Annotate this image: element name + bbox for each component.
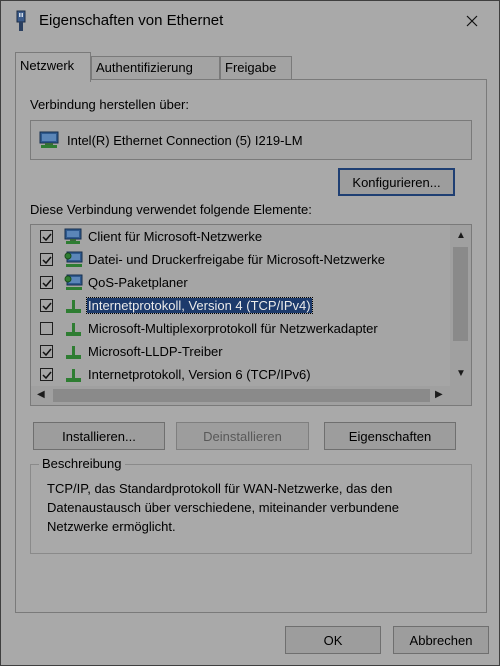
horizontal-scroll-thumb[interactable] bbox=[53, 389, 430, 402]
item-checkbox[interactable] bbox=[40, 345, 53, 358]
scrollbar-corner bbox=[450, 386, 471, 405]
network-adapter-icon bbox=[16, 10, 26, 31]
network-service-icon bbox=[64, 251, 83, 267]
uninstall-button[interactable]: Deinstallieren bbox=[176, 422, 309, 450]
network-adapter-icon bbox=[39, 131, 59, 148]
item-checkbox[interactable] bbox=[40, 299, 53, 312]
scroll-left-icon[interactable]: ◀ bbox=[37, 389, 45, 400]
items-label: Diese Verbindung verwendet folgende Elem… bbox=[30, 202, 312, 217]
window-title: Eigenschaften von Ethernet bbox=[39, 12, 224, 29]
item-label: QoS-Paketplaner bbox=[88, 275, 188, 290]
cancel-button[interactable]: Abbrechen bbox=[393, 626, 489, 654]
checkmark-icon bbox=[42, 302, 52, 311]
list-item[interactable]: Microsoft-Multiplexorprotokoll für Netzw… bbox=[31, 318, 435, 340]
list-item[interactable]: Internetprotokoll, Version 6 (TCP/IPv6) bbox=[31, 364, 435, 386]
horizontal-scrollbar[interactable]: ◀ ▶ bbox=[31, 386, 452, 405]
item-checkbox[interactable] bbox=[40, 276, 53, 289]
scroll-up-icon[interactable]: ▲ bbox=[456, 230, 466, 241]
list-item[interactable]: Datei- und Druckerfreigabe für Microsoft… bbox=[31, 249, 435, 271]
item-label: Microsoft-LLDP-Treiber bbox=[88, 344, 223, 359]
ok-button[interactable]: OK bbox=[285, 626, 381, 654]
item-checkbox[interactable] bbox=[40, 253, 53, 266]
description-text: TCP/IP, das Standardprotokoll für WAN-Ne… bbox=[47, 481, 399, 534]
list-item[interactable]: Client für Microsoft-Netzwerke bbox=[31, 226, 435, 248]
tab-netzwerk[interactable]: Netzwerk bbox=[15, 52, 91, 82]
checkmark-icon bbox=[42, 348, 52, 357]
tab-panel-netzwerk: Verbindung herstellen über: Intel(R) Eth… bbox=[15, 79, 487, 613]
configure-button[interactable]: Konfigurieren... bbox=[338, 168, 455, 196]
list-item-selected[interactable]: Internetprotokoll, Version 4 (TCP/IPv4) bbox=[31, 295, 435, 317]
scroll-right-icon[interactable]: ▶ bbox=[435, 389, 443, 400]
list-item[interactable]: QoS-Paketplaner bbox=[31, 272, 435, 294]
list-item[interactable]: Microsoft-LLDP-Treiber bbox=[31, 341, 435, 363]
item-label: Datei- und Druckerfreigabe für Microsoft… bbox=[88, 252, 385, 267]
checkmark-icon bbox=[42, 371, 52, 380]
adapter-name: Intel(R) Ethernet Connection (5) I219-LM bbox=[67, 133, 303, 148]
tab-authentifizierung[interactable]: Authentifizierung bbox=[91, 56, 220, 80]
protocol-icon bbox=[66, 346, 81, 359]
protocol-icon bbox=[66, 300, 81, 313]
item-label: Client für Microsoft-Netzwerke bbox=[88, 229, 263, 244]
close-button[interactable] bbox=[449, 1, 495, 41]
item-checkbox[interactable] bbox=[40, 230, 53, 243]
checkmark-icon bbox=[42, 279, 52, 288]
item-label: Microsoft-Multiplexorprotokoll für Netzw… bbox=[88, 321, 378, 336]
adapter-field: Intel(R) Ethernet Connection (5) I219-LM bbox=[30, 120, 472, 160]
item-label: Internetprotokoll, Version 4 (TCP/IPv4) bbox=[86, 297, 313, 314]
close-icon bbox=[466, 15, 478, 27]
protocol-icon bbox=[66, 323, 81, 336]
properties-dialog: Eigenschaften von Ethernet Netzwerk Auth… bbox=[0, 0, 500, 666]
description-legend: Beschreibung bbox=[39, 456, 125, 471]
components-list[interactable]: Client für Microsoft-Netzwerke Datei- un… bbox=[30, 224, 472, 406]
title-bar[interactable]: Eigenschaften von Ethernet bbox=[1, 1, 499, 41]
scroll-down-icon[interactable]: ▼ bbox=[456, 368, 466, 379]
properties-button[interactable]: Eigenschaften bbox=[324, 422, 456, 450]
tab-freigabe[interactable]: Freigabe bbox=[220, 56, 292, 80]
item-label: Internetprotokoll, Version 6 (TCP/IPv6) bbox=[88, 367, 311, 382]
item-checkbox[interactable] bbox=[40, 322, 53, 335]
network-client-icon bbox=[64, 228, 82, 244]
protocol-icon bbox=[66, 369, 81, 382]
checkmark-icon bbox=[42, 256, 52, 265]
network-service-icon bbox=[64, 274, 83, 290]
description-group: Beschreibung TCP/IP, das Standardprotoko… bbox=[30, 456, 472, 554]
vertical-scroll-thumb[interactable] bbox=[453, 247, 468, 341]
install-button[interactable]: Installieren... bbox=[33, 422, 165, 450]
checkmark-icon bbox=[42, 233, 52, 242]
item-checkbox[interactable] bbox=[40, 368, 53, 381]
connect-via-label: Verbindung herstellen über: bbox=[30, 97, 190, 112]
vertical-scrollbar[interactable]: ▲ ▼ bbox=[450, 225, 471, 387]
